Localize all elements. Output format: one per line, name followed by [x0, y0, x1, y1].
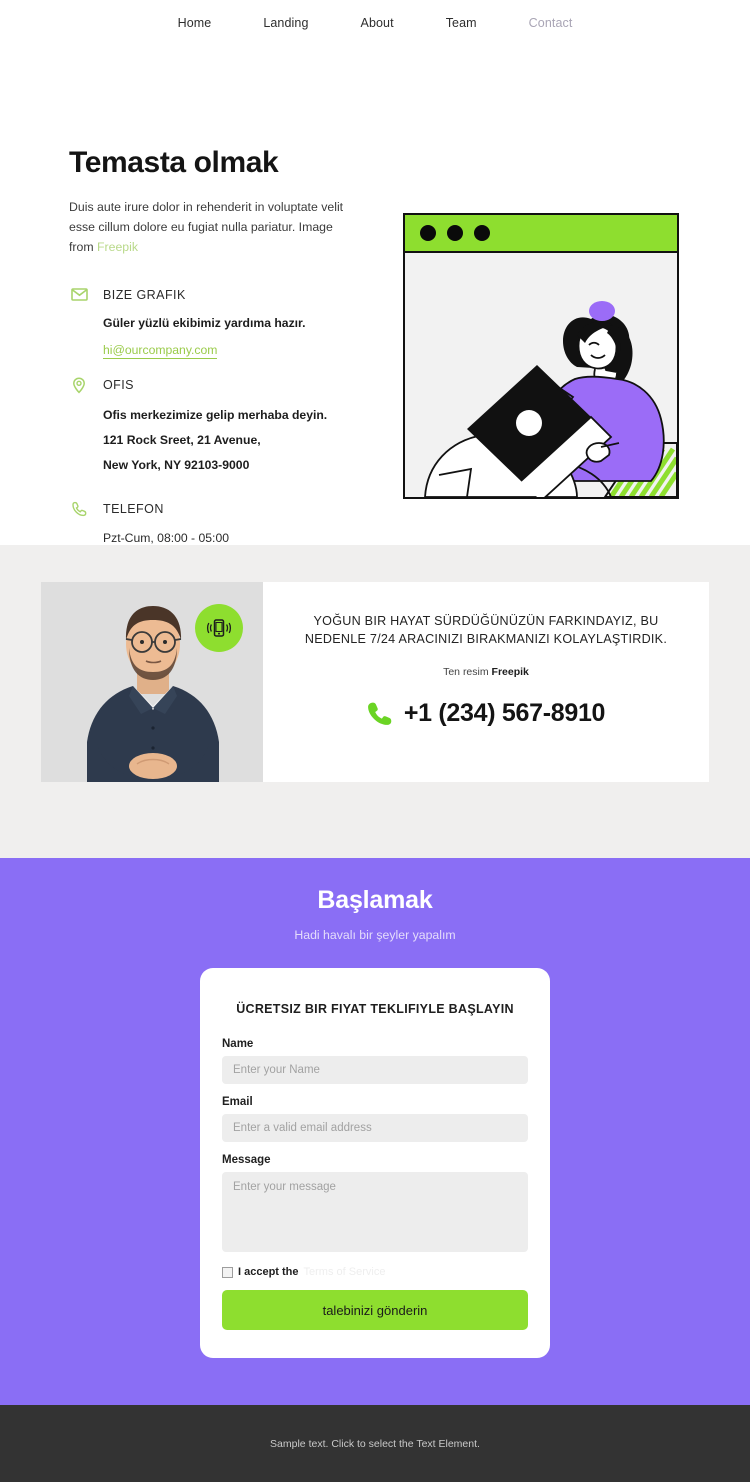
window-dot-icon	[447, 225, 463, 241]
contact-body-office: Ofis merkezimize gelip merhaba deyin. 12…	[69, 408, 389, 472]
message-textarea[interactable]	[222, 1172, 528, 1252]
name-label: Name	[222, 1038, 254, 1050]
window-dot-icon	[474, 225, 490, 241]
ringing-phone-icon	[206, 619, 232, 637]
nav-item-home[interactable]: Home	[152, 16, 238, 30]
nav-item-about[interactable]: About	[335, 16, 420, 30]
contact-title-phone: TELEFON	[103, 501, 164, 516]
page-footer: Sample text. Click to select the Text El…	[0, 1405, 750, 1482]
page-root: Home Landing About Team Contact Temasta …	[0, 0, 750, 1482]
envelope-icon	[69, 288, 89, 302]
promo-headline: YOĞUN BIR HAYAT SÜRDÜĞÜNÜZÜN FARKINDAYIZ…	[304, 614, 668, 647]
map-pin-icon	[69, 377, 89, 394]
accept-terms-label: I accept the	[238, 1266, 299, 1278]
promo-section: YOĞUN BIR HAYAT SÜRDÜĞÜNÜZÜN FARKINDAYIZ…	[0, 545, 750, 858]
contact-item-email-header: BIZE GRAFIK	[69, 288, 389, 302]
nav-item-team[interactable]: Team	[420, 16, 503, 30]
contact-form-card: ÜCRETSIZ BIR FIYAT TEKLIFIYLE BAŞLAYIN N…	[200, 968, 550, 1358]
contact-item-phone-header: TELEFON	[69, 501, 389, 517]
contact-item-office-header: OFIS	[69, 377, 389, 394]
hero-section: Temasta olmak Duis aute irure dolor in r…	[0, 46, 750, 574]
contact-line: Pzt-Cum, 08:00 - 05:00	[103, 530, 229, 545]
promo-phone[interactable]: +1 (234) 567-8910	[289, 699, 683, 728]
contact-line: New York, NY 92103-9000	[103, 457, 250, 472]
contact-title-email: BIZE GRAFIK	[103, 287, 186, 302]
illustration-canvas	[405, 253, 677, 497]
submit-button[interactable]: talebinizi gönderin	[222, 1290, 528, 1330]
browser-window-illustration	[403, 213, 679, 499]
contact-line: Güler yüzlü ekibimiz yardıma hazır.	[103, 315, 306, 330]
contact-list: BIZE GRAFIK Güler yüzlü ekibimiz yardıma…	[69, 288, 389, 574]
hero-content: Temasta olmak Duis aute irure dolor in r…	[69, 146, 389, 574]
contact-body-email: Güler yüzlü ekibimiz yardıma hazır. hi@o…	[69, 316, 389, 359]
contact-title-office: OFIS	[103, 378, 134, 393]
hero-subtitle: Duis aute irure dolor in rehenderit in v…	[69, 198, 359, 258]
main-navigation: Home Landing About Team Contact	[0, 0, 750, 46]
promo-card: YOĞUN BIR HAYAT SÜRDÜĞÜNÜZÜN FARKINDAYIZ…	[41, 582, 709, 782]
terms-of-service-link[interactable]: Terms of Service	[304, 1266, 386, 1278]
man-portrait-photo	[41, 582, 263, 782]
promo-credit: Ten resim Freepik	[289, 666, 683, 678]
promo-text-block: YOĞUN BIR HAYAT SÜRDÜĞÜNÜZÜN FARKINDAYIZ…	[263, 582, 709, 782]
ringing-phone-badge	[195, 604, 243, 652]
message-label: Message	[222, 1154, 271, 1166]
cta-subtitle: Hadi havalı bir şeyler yapalım	[294, 928, 456, 942]
email-label: Email	[222, 1096, 253, 1108]
email-input[interactable]	[222, 1114, 528, 1142]
illustration-titlebar	[405, 215, 677, 253]
name-input[interactable]	[222, 1056, 528, 1084]
nav-item-contact[interactable]: Contact	[503, 16, 599, 30]
phone-handset-icon	[367, 702, 392, 725]
promo-credit-brand[interactable]: Freepik	[492, 666, 529, 678]
page-title: Temasta olmak	[69, 146, 279, 179]
cta-title: Başlamak	[317, 886, 433, 914]
accept-terms-checkbox[interactable]	[222, 1266, 233, 1278]
contact-line: Ofis merkezimize gelip merhaba deyin.	[103, 407, 328, 422]
freepik-link[interactable]: Freepik	[97, 240, 138, 254]
phone-icon	[69, 501, 89, 517]
contact-line: 121 Rock Sreet, 21 Avenue,	[103, 432, 261, 447]
form-heading: ÜCRETSIZ BIR FIYAT TEKLIFIYLE BAŞLAYIN	[236, 1002, 514, 1016]
promo-credit-prefix: Ten resim	[443, 665, 492, 678]
footer-text[interactable]: Sample text. Click to select the Text El…	[270, 1438, 480, 1450]
cta-section: Başlamak Hadi havalı bir şeyler yapalım …	[0, 858, 750, 1405]
accept-terms-row: I accept the Terms of Service	[222, 1266, 528, 1278]
nav-item-landing[interactable]: Landing	[237, 16, 334, 30]
person-with-laptop-drawing	[405, 253, 677, 497]
window-dot-icon	[420, 225, 436, 241]
email-link[interactable]: hi@ourcompany.com	[103, 343, 218, 359]
promo-phone-number: +1 (234) 567-8910	[403, 698, 606, 727]
